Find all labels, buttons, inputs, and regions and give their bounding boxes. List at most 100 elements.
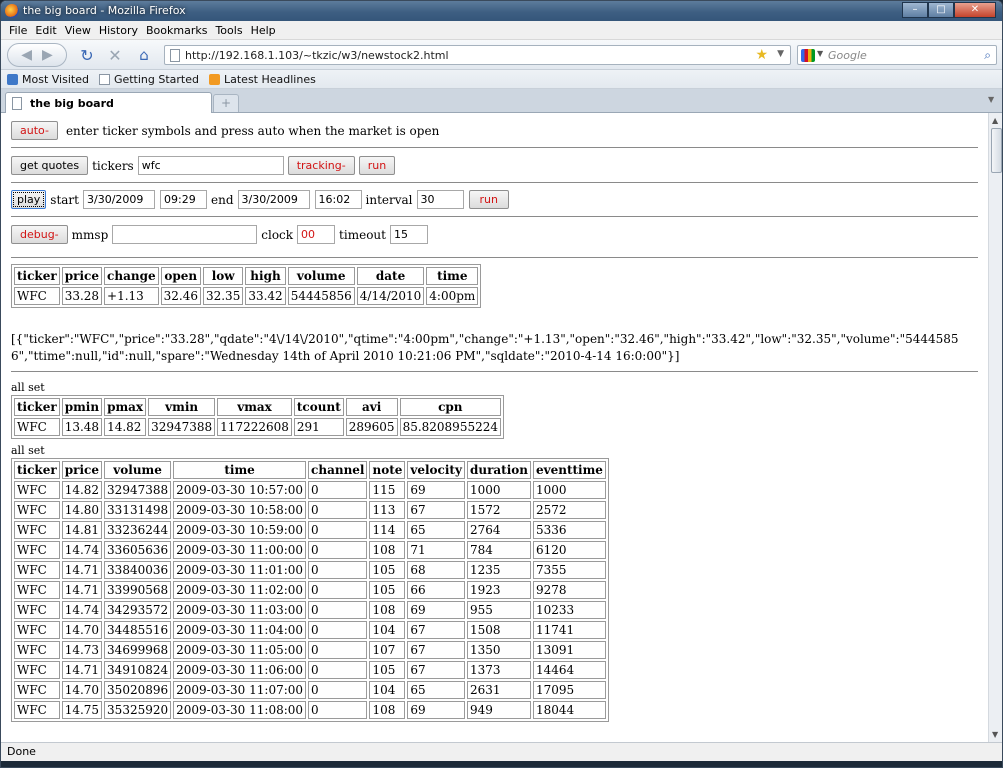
back-arrow-icon[interactable]: ◀ — [21, 47, 32, 63]
get-quotes-button[interactable]: get quotes — [11, 156, 89, 175]
search-engine-dropdown-icon[interactable]: ▼ — [817, 49, 823, 58]
clock-label: clock — [261, 227, 294, 242]
table-row: WFC 14.70 34485516 2009-03-30 11:04:00 0 104 6… — [14, 621, 606, 639]
table-cell: 2009-03-30 11:08:00 — [173, 701, 307, 719]
status-text-1: all set — [11, 381, 45, 394]
tickers-input[interactable]: wfc — [137, 156, 284, 175]
minimize-button[interactable]: – — [902, 2, 928, 18]
menu-file[interactable]: File — [5, 24, 31, 37]
home-icon[interactable]: ⌂ — [133, 44, 155, 66]
column-header-avi: avi — [345, 398, 398, 416]
column-header-volume: volume — [104, 461, 172, 479]
rss-icon — [209, 73, 220, 85]
bookmark-most-visited[interactable]: Most Visited — [7, 73, 89, 86]
table-cell: 1572 — [466, 501, 531, 519]
back-forward-buttons[interactable]: ◀ ▶ — [7, 43, 67, 67]
column-header-vmax: vmax — [217, 398, 292, 416]
menu-history[interactable]: History — [95, 24, 142, 37]
menu-bar: File Edit View History Bookmarks Tools H… — [1, 21, 1002, 40]
bookmark-getting-started[interactable]: Getting Started — [98, 73, 199, 86]
end-time-input[interactable]: 16:02 — [314, 190, 362, 209]
new-tab-button[interactable]: + — [213, 94, 239, 112]
tab-list-dropdown-icon[interactable]: ▼ — [988, 95, 1000, 109]
maximize-button[interactable]: □ — [928, 2, 954, 18]
menu-view[interactable]: View — [61, 24, 95, 37]
table-row: WFC 14.71 34910824 2009-03-30 11:06:00 0 105 6… — [14, 661, 606, 679]
url-dropdown-icon[interactable]: ▼ — [777, 49, 784, 59]
table-cell: 65 — [407, 681, 465, 699]
scroll-up-icon[interactable]: ▲ — [992, 116, 998, 125]
reload-icon[interactable]: ↻ — [77, 44, 97, 66]
table-cell: WFC — [14, 561, 60, 579]
table-cell: 71 — [407, 541, 465, 559]
scrollbar-thumb[interactable] — [991, 128, 1002, 173]
search-icon[interactable]: ⌕ — [984, 48, 991, 63]
vertical-scrollbar[interactable]: ▲ ▼ — [988, 113, 1002, 742]
json-output: [{"ticker":"WFC","price":"33.28","qdate"… — [11, 332, 959, 363]
interval-input[interactable]: 30 — [416, 190, 464, 209]
page-content: auto- enter ticker symbols and press aut… — [1, 113, 988, 742]
play-button[interactable]: play — [11, 190, 47, 209]
table-cell: 14.73 — [61, 641, 103, 659]
table-cell: 2009-03-30 11:07:00 — [173, 681, 307, 699]
mmsp-input[interactable] — [112, 225, 258, 244]
column-header-channel: channel — [308, 461, 368, 479]
page-icon — [98, 73, 110, 85]
table-cell: WFC — [14, 287, 60, 305]
table-cell: 0 — [308, 481, 368, 499]
tracking-button[interactable]: tracking- — [287, 156, 355, 175]
forward-arrow-icon[interactable]: ▶ — [42, 47, 53, 63]
clock-input[interactable]: 00 — [297, 225, 336, 244]
search-bar[interactable]: ▼ Google ⌕ — [797, 45, 997, 65]
bookmark-star-icon[interactable]: ★ — [755, 47, 768, 63]
column-header-duration: duration — [466, 461, 531, 479]
table-cell: 2572 — [533, 501, 606, 519]
table-cell: 14.71 — [61, 581, 103, 599]
end-date-input[interactable]: 3/30/2009 — [237, 190, 310, 209]
table-cell: 11741 — [533, 621, 606, 639]
table-cell: 2009-03-30 11:05:00 — [173, 641, 307, 659]
tab-the-big-board[interactable]: the big board — [5, 92, 212, 113]
menu-tools[interactable]: Tools — [211, 24, 246, 37]
column-header-change: change — [104, 267, 159, 285]
table-cell: WFC — [14, 701, 60, 719]
start-label: start — [50, 192, 79, 207]
menu-bookmarks[interactable]: Bookmarks — [142, 24, 211, 37]
menu-edit[interactable]: Edit — [31, 24, 60, 37]
column-header-low: low — [202, 267, 244, 285]
table-cell: 104 — [369, 621, 406, 639]
playback-run-button[interactable]: run — [468, 190, 509, 209]
table-cell: 0 — [308, 521, 368, 539]
table-cell: 113 — [369, 501, 406, 519]
run-button[interactable]: run — [358, 156, 396, 175]
table-cell: 34293572 — [104, 601, 172, 619]
desktop-strip — [1, 761, 1002, 767]
table-cell: 14.75 — [61, 701, 103, 719]
table-cell: 105 — [369, 561, 406, 579]
table-cell: 33605636 — [104, 541, 172, 559]
search-placeholder[interactable]: Google — [828, 49, 867, 62]
column-header-price: price — [61, 267, 103, 285]
events-table-container: ticker price volume time channel note velocity… — [11, 458, 609, 722]
debug-button[interactable]: debug- — [11, 225, 68, 244]
quote-table-container: ticker price change open low high volume date ti… — [11, 264, 482, 308]
google-icon[interactable] — [801, 49, 815, 62]
table-cell: 0 — [308, 661, 368, 679]
menu-help[interactable]: Help — [247, 24, 280, 37]
timeout-input[interactable]: 15 — [389, 225, 428, 244]
bookmark-latest-headlines[interactable]: Latest Headlines — [209, 73, 316, 86]
column-header-ticker: ticker — [14, 461, 60, 479]
table-row: WFC 14.80 33131498 2009-03-30 10:58:00 0 113 6… — [14, 501, 606, 519]
start-date-input[interactable]: 3/30/2009 — [83, 190, 155, 209]
url-text[interactable]: http://192.168.1.103/~tkzic/w3/newstock2… — [185, 49, 449, 62]
table-cell: 33840036 — [104, 561, 172, 579]
table-cell: 4/14/2010 — [356, 287, 425, 305]
url-bar[interactable]: http://192.168.1.103/~tkzic/w3/newstock2… — [164, 45, 791, 65]
scroll-down-icon[interactable]: ▼ — [992, 730, 998, 739]
divider — [11, 216, 978, 217]
auto-button[interactable]: auto- — [11, 121, 58, 140]
table-cell: 69 — [407, 601, 465, 619]
stop-icon[interactable]: ✕ — [105, 44, 125, 66]
close-button[interactable]: ✕ — [954, 2, 996, 18]
start-time-input[interactable]: 09:29 — [160, 190, 207, 209]
